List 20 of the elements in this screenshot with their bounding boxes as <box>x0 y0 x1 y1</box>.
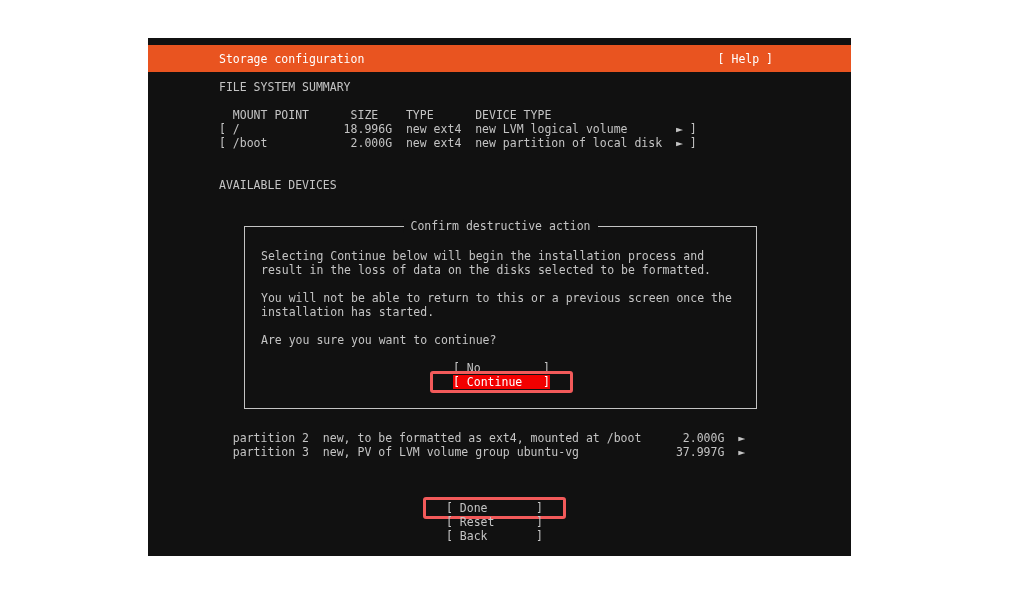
menu-button[interactable]: [ Reset ] <box>446 515 543 529</box>
dialog-text: Are you sure you want to continue? <box>261 333 498 347</box>
column-header: SIZE <box>349 108 380 122</box>
screen-title: Storage configuration <box>219 51 365 66</box>
column-header: TYPE <box>405 108 435 122</box>
column-header: DEVICE TYPE <box>475 108 553 122</box>
menu-button[interactable]: [ Continue ] <box>453 375 550 389</box>
help-button[interactable]: [ Help ] <box>717 51 773 66</box>
menu-button[interactable]: [ Back ] <box>446 529 543 543</box>
menu-button[interactable]: [ Done ] <box>446 501 543 515</box>
partition-row[interactable]: partition 3 new, PV of LVM volume group ubuntu-vg 37.997G ► <box>219 445 746 459</box>
section-title: AVAILABLE DEVICES <box>219 178 338 192</box>
dialog-title: Confirm destructive action <box>403 219 598 233</box>
section-title: FILE SYSTEM SUMMARY <box>219 80 352 94</box>
column-header: MOUNT POINT <box>232 108 310 122</box>
dialog-text: You will not be able to return to this or a previous screen once the installation has started. <box>261 291 732 319</box>
mount-row[interactable]: [ /boot 2.000G new ext4 new partition of local disk ► ] <box>219 136 697 150</box>
partition-row[interactable]: partition 2 new, to be formatted as ext4, mounted at /boot 2.000G ► <box>219 431 746 445</box>
dialog-text: Selecting Continue below will begin the installation process and result in the loss of data on the disks selected to be formatted. <box>261 249 713 277</box>
mount-row[interactable]: [ / 18.996G new ext4 new LVM logical volume ► ] <box>219 122 697 136</box>
